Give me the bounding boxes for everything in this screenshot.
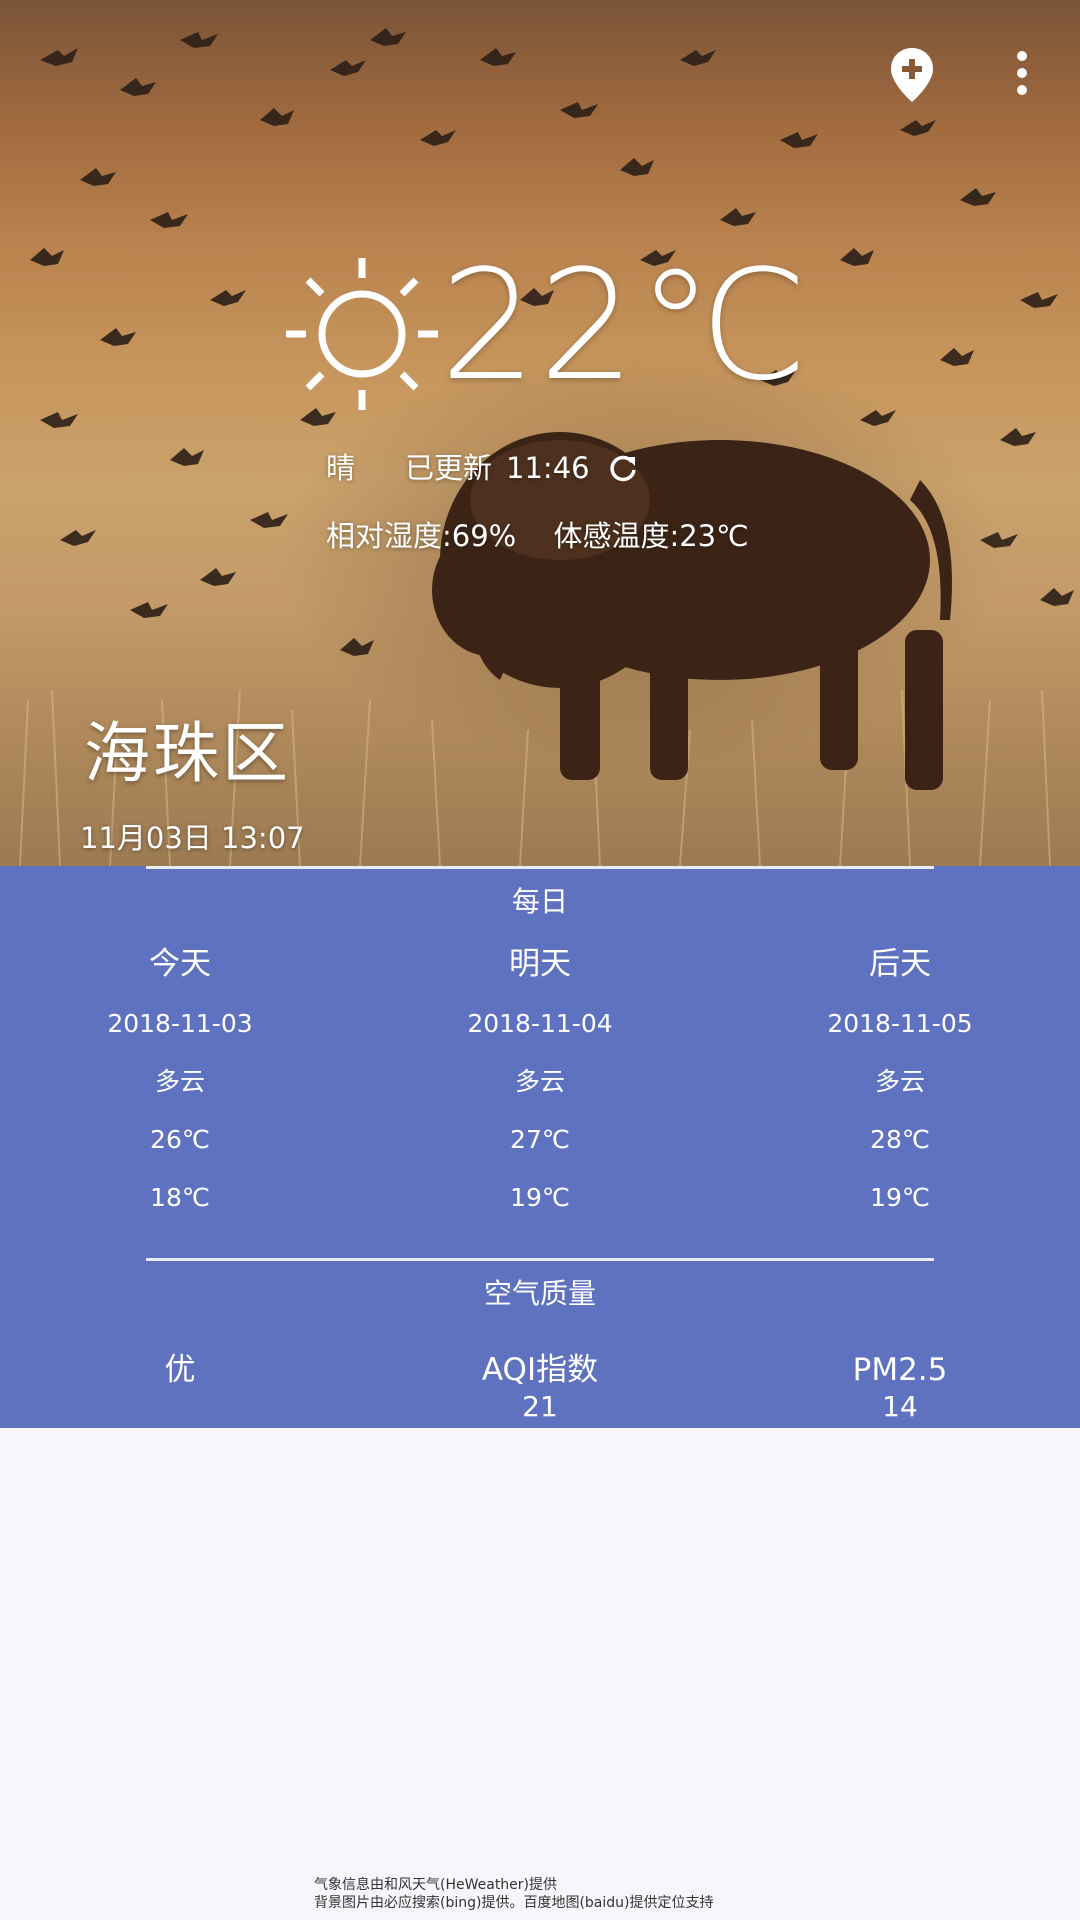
day-label: 今天 — [149, 946, 211, 982]
day-min-temp: 19℃ — [510, 1183, 570, 1212]
more-vert-icon[interactable] — [1006, 48, 1038, 98]
air-quality-level: 优 — [30, 1350, 330, 1390]
aqi-index: AQI指数 21 — [390, 1350, 690, 1424]
detail-row: 相对湿度:69% 体感温度:23℃ — [326, 514, 749, 558]
air-quality-text: 优 — [164, 1352, 196, 1388]
condition-text: 晴 — [326, 451, 356, 485]
day-min-temp: 19℃ — [870, 1183, 930, 1212]
condition-row: 晴 已更新 11:46 — [326, 446, 638, 490]
forecast-panel: 每日 今天 2018-11-03 多云 26℃ 18℃ 明天 2018-11-0… — [0, 866, 1080, 1428]
credits: 气象信息由和风天气(HeWeather)提供 背景图片由必应搜索(bing)提供… — [314, 1876, 714, 1912]
humidity-text: 相对湿度:69% — [326, 519, 517, 553]
divider-air — [146, 1258, 934, 1261]
day-date: 2018-11-03 — [107, 1009, 253, 1038]
pm25-label: PM2.5 — [852, 1352, 948, 1388]
day-condition: 多云 — [514, 1067, 565, 1096]
day-min-temp: 18℃ — [150, 1183, 210, 1212]
aqi-value: 21 — [522, 1390, 558, 1423]
day-label: 明天 — [509, 946, 571, 982]
updated-label: 已更新 — [405, 451, 493, 485]
date-time: 11月03日 13:07 — [80, 821, 305, 855]
credits-weather: 气象信息由和风天气(HeWeather)提供 — [314, 1877, 558, 1893]
credits-image-location: 背景图片由必应搜索(bing)提供。百度地图(baidu)提供定位支持 — [314, 1895, 714, 1911]
divider-top — [146, 866, 934, 869]
day-condition: 多云 — [874, 1067, 925, 1096]
pm25: PM2.5 14 — [750, 1350, 1050, 1424]
feels-like-text: 体感温度:23℃ — [553, 519, 749, 553]
day-date: 2018-11-04 — [467, 1009, 613, 1038]
daily-title: 每日 — [511, 885, 568, 918]
day-label: 后天 — [869, 946, 931, 982]
day-condition: 多云 — [154, 1067, 205, 1096]
day-max-temp: 27℃ — [510, 1125, 570, 1154]
air-quality-title: 空气质量 — [483, 1277, 596, 1310]
day-max-temp: 28℃ — [870, 1125, 930, 1154]
add-location-icon[interactable] — [888, 46, 936, 104]
background-photo: 22℃ 晴 已更新 11:46 相对湿度:69% 体感温度:23℃ 海珠区 11… — [0, 0, 1080, 866]
day-max-temp: 26℃ — [150, 1125, 210, 1154]
pm25-value: 14 — [882, 1390, 918, 1423]
current-temperature: 22℃ — [440, 237, 811, 414]
day-date: 2018-11-05 — [827, 1009, 973, 1038]
refresh-icon[interactable] — [608, 453, 638, 483]
sun-icon — [286, 258, 438, 410]
aqi-label: AQI指数 — [481, 1352, 599, 1388]
updated-time: 11:46 — [506, 451, 590, 485]
city-name[interactable]: 海珠区 — [84, 712, 291, 796]
